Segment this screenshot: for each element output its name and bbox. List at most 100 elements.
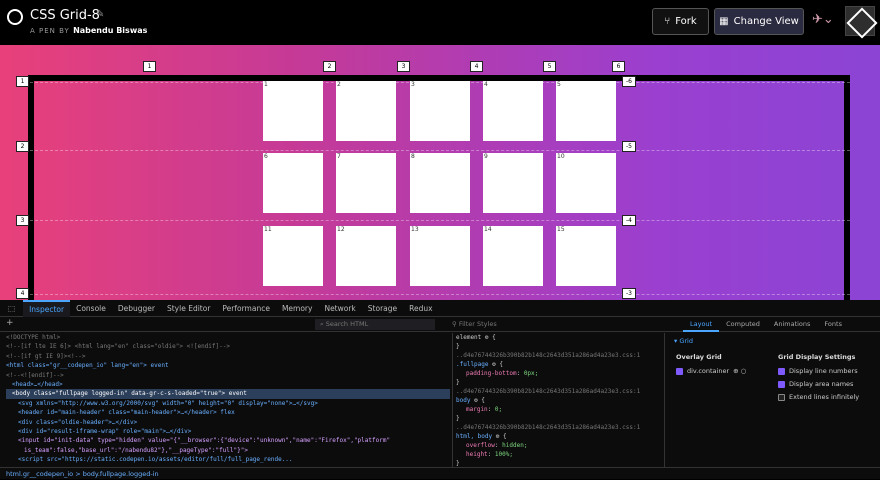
codepen-logo-icon[interactable]	[7, 9, 23, 25]
tree-node[interactable]: <div id="result-iframe-wrap" role="main"…	[6, 427, 450, 436]
grid-section-toggle[interactable]: ▾ Grid	[674, 337, 874, 345]
rule-source-link[interactable]: ..d4e76744326b390b82b148c2643d351a286ad4…	[456, 387, 664, 396]
grid-item-label: 6	[264, 153, 268, 160]
area-names-checkbox[interactable]: Display area names	[778, 380, 859, 388]
tab-layout[interactable]: Layout	[683, 317, 720, 332]
tab-animations[interactable]: Animations	[767, 317, 818, 332]
pen-preview: 1 2 3 4 5 6 7 8 9 10 11 12 13 14 15 1 2 3 4 5 6 1 -6 2 -5 3 -4 4 -3	[0, 45, 880, 300]
grid-col-line-label: 4	[470, 61, 483, 72]
fork-icon: ⑂	[664, 16, 671, 27]
author-name[interactable]: Nabendu Biswas	[73, 26, 147, 35]
grid-item-label: 8	[411, 153, 415, 160]
devtools-tabs: ⬚ Inspector Console Debugger Style Edito…	[0, 299, 880, 317]
fork-button[interactable]: ⑂ Fork	[652, 8, 709, 35]
avatar[interactable]	[845, 6, 875, 36]
tree-node[interactable]: <input id="init-data" type="hidden" valu…	[6, 436, 450, 445]
grid-item: 8	[410, 153, 470, 213]
tab-performance[interactable]: Performance	[216, 300, 276, 317]
tree-node[interactable]: <!--[if lte IE 6]> <html lang="en" class…	[6, 342, 450, 351]
tree-node[interactable]: <div class="oldie-header">…</div>	[6, 418, 450, 427]
tree-node[interactable]: is_team":false,"base_url":"/nabendu82"},…	[6, 446, 450, 455]
tab-storage[interactable]: Storage	[362, 300, 403, 317]
grid-item: 6	[263, 153, 323, 213]
grid-neg-row-line-label: -6	[622, 76, 636, 87]
tab-computed[interactable]: Computed	[719, 317, 767, 332]
layout-icon: ▦	[719, 16, 729, 27]
grid-item-label: 12	[337, 226, 345, 233]
grid-item: 14	[483, 226, 543, 286]
grid-row-line	[30, 294, 850, 295]
add-node-icon[interactable]: +	[6, 318, 14, 328]
grid-row-line	[30, 150, 850, 151]
grid-item: 11	[263, 226, 323, 286]
grid-col-line-label: 1	[143, 61, 156, 72]
tab-inspector[interactable]: Inspector	[23, 299, 71, 317]
grid-item-label: 7	[337, 153, 341, 160]
grid-settings-heading: Grid Display Settings	[778, 353, 856, 361]
tree-node[interactable]: <script src="https://static.codepen.io/a…	[6, 455, 450, 464]
tree-node[interactable]: <!--<![endif]-->	[6, 371, 450, 380]
filter-styles-input[interactable]: ⚲ Filter Styles	[452, 319, 612, 330]
grid-item: 3	[410, 81, 470, 141]
grid-item: 2	[336, 81, 396, 141]
tree-node[interactable]: <svg xmlns="http://www.w3.org/2000/svg" …	[6, 399, 450, 408]
breadcrumb[interactable]: html.gr__codepen_io > body.fullpage.logg…	[0, 467, 880, 479]
grid-item-label: 2	[337, 81, 341, 88]
grid-row-line-label: 4	[16, 288, 29, 299]
change-view-button[interactable]: ▦ Change View	[714, 8, 804, 35]
grid-item-label: 9	[484, 153, 488, 160]
grid-item-label: 10	[557, 153, 565, 160]
extend-lines-checkbox[interactable]: Extend lines infinitely	[778, 393, 859, 401]
grid-item-label: 5	[557, 81, 561, 88]
edit-title-icon[interactable]: ✎	[96, 9, 104, 20]
tab-fonts[interactable]: Fonts	[817, 317, 849, 332]
grid-item: 4	[483, 81, 543, 141]
rule-source-link[interactable]: ..d4e76744326b390b82b148c2643d351a286ad4…	[456, 351, 664, 360]
tree-node[interactable]: <!DOCTYPE html>	[6, 333, 450, 342]
tab-console[interactable]: Console	[70, 300, 112, 317]
tab-network[interactable]: Network	[318, 300, 361, 317]
grid-item: 13	[410, 226, 470, 286]
codepen-header: CSS Grid-8 ✎ A PEN BY Nabendu Biswas ⑂ Fo…	[0, 0, 880, 45]
grid-col-line-label: 6	[612, 61, 625, 72]
grid-neg-row-line-label: -4	[622, 215, 636, 226]
tree-node[interactable]: <!--[if gt IE 9]><!-->	[6, 352, 450, 361]
pick-element-icon[interactable]: ⬚	[0, 300, 23, 317]
grid-row-line-label: 3	[16, 215, 29, 226]
grid-item: 1	[263, 81, 323, 141]
pen-title: CSS Grid-8	[30, 8, 100, 23]
grid-item: 15	[556, 226, 616, 286]
grid-item: 9	[483, 153, 543, 213]
rules-view[interactable]: element ⚙ { } ..d4e76744326b390b82b148c2…	[452, 333, 665, 479]
tab-redux[interactable]: Redux	[403, 300, 438, 317]
rule-source-link[interactable]: ..d4e76744326b390b82b148c2643d351a286ad4…	[456, 423, 664, 432]
grid-item-label: 13	[411, 226, 419, 233]
grid-item-label: 3	[411, 81, 415, 88]
tab-debugger[interactable]: Debugger	[112, 300, 161, 317]
target-icon[interactable]: ⊕ ○	[733, 367, 746, 375]
grid-neg-row-line-label: -5	[622, 141, 636, 152]
grid-item: 12	[336, 226, 396, 286]
grid-col-line-label: 5	[543, 61, 556, 72]
grid-row-line	[30, 220, 850, 221]
grid-item-label: 1	[264, 81, 268, 88]
container-overlay-checkbox[interactable]: div.container ⊕ ○	[676, 367, 746, 375]
tab-memory[interactable]: Memory	[276, 300, 319, 317]
search-html-input[interactable]: ⌕ Search HTML	[315, 319, 435, 330]
tree-node[interactable]: <html class="gr__codepen_io" lang="en"> …	[6, 361, 450, 370]
pin-icon[interactable]: ✈⌄	[812, 12, 834, 27]
grid-neg-row-line-label: -3	[622, 288, 636, 299]
tree-node-selected[interactable]: <body class="fullpage logged-in" data-gr…	[6, 389, 450, 399]
layout-tabs: Layout Computed Animations Fonts	[683, 317, 849, 332]
layout-panel: ▾ Grid Overlay Grid div.container ⊕ ○ Gr…	[668, 333, 880, 479]
tree-node[interactable]: <head>…</head>	[6, 380, 450, 389]
markup-tree[interactable]: <!DOCTYPE html> <!--[if lte IE 6]> <html…	[0, 333, 450, 479]
tab-style-editor[interactable]: Style Editor	[161, 300, 216, 317]
grid-item: 10	[556, 153, 616, 213]
line-numbers-checkbox[interactable]: Display line numbers	[778, 367, 859, 375]
grid-item-label: 15	[557, 226, 565, 233]
grid-item: 7	[336, 153, 396, 213]
grid-item-label: 4	[484, 81, 488, 88]
grid-row-line-label: 1	[16, 76, 29, 87]
tree-node[interactable]: <header id="main-header" class="main-hea…	[6, 408, 450, 417]
